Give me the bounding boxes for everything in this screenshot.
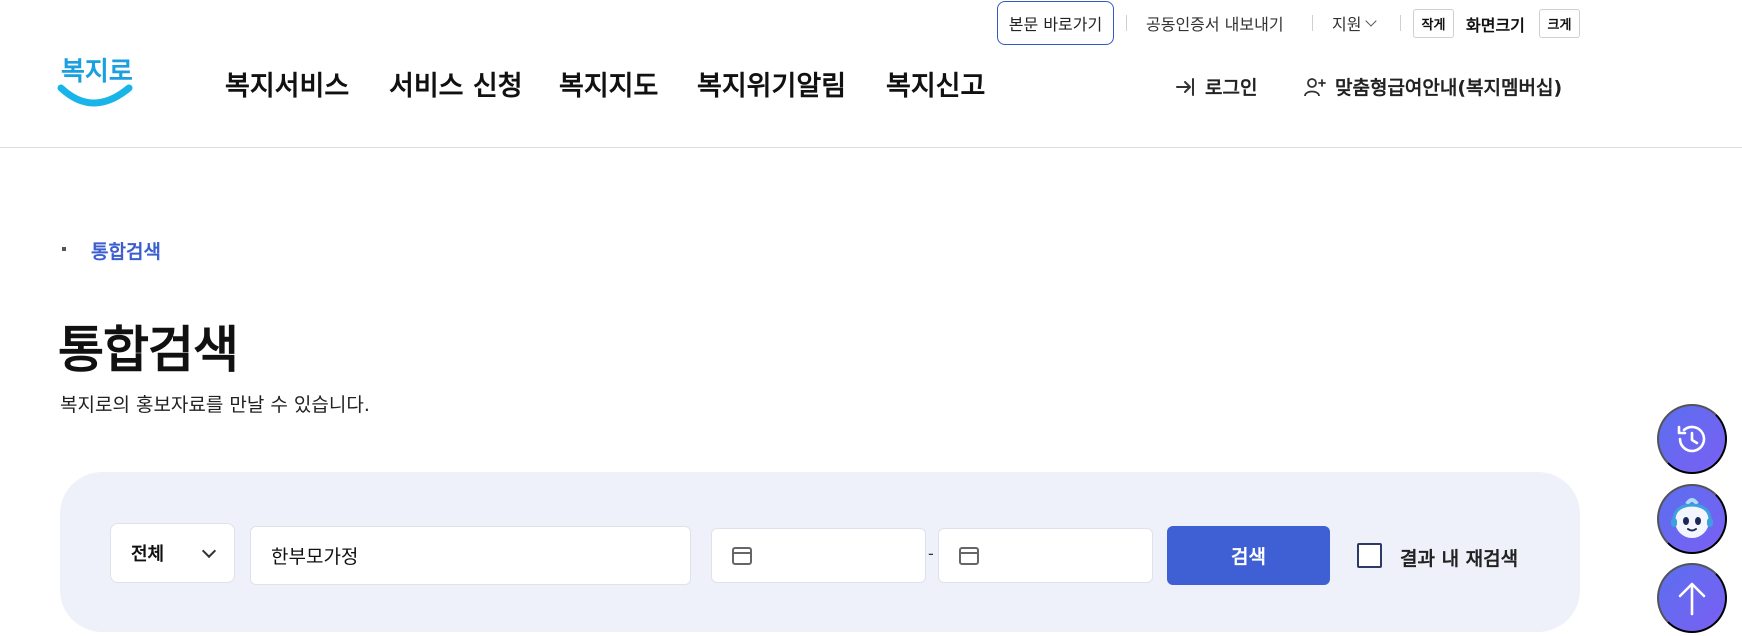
utility-divider: [1126, 15, 1127, 31]
export-certificate-link[interactable]: 공동인증서 내보내기: [1146, 11, 1284, 35]
utility-divider: [1312, 15, 1313, 31]
membership-link[interactable]: 맞춤형급여안내(복지멤버십): [1303, 73, 1562, 100]
calendar-icon[interactable]: [959, 546, 979, 565]
history-icon: [1677, 425, 1706, 453]
recent-history-button[interactable]: [1657, 404, 1727, 474]
search-button[interactable]: 검색: [1167, 526, 1330, 585]
chevron-down-icon: [1365, 15, 1378, 27]
utility-bar: 본문 바로가기 공동인증서 내보내기 지원 작게 화면크기 크게: [0, 0, 1742, 46]
page-description: 복지로의 홍보자료를 만날 수 있습니다.: [60, 394, 370, 416]
screen-size-label: 화면크기: [1466, 16, 1525, 35]
skip-to-content-link[interactable]: 본문 바로가기: [997, 1, 1114, 45]
font-size-small-button[interactable]: 작게: [1413, 9, 1454, 38]
calendar-icon[interactable]: [732, 546, 752, 565]
start-date-input[interactable]: [711, 528, 926, 583]
nav-service-application[interactable]: 서비스 신청: [389, 64, 523, 103]
category-select[interactable]: 전체: [110, 523, 235, 583]
user-plus-icon: [1304, 77, 1326, 96]
nav-welfare-report[interactable]: 복지신고: [886, 64, 985, 103]
page-title: 통합검색: [58, 321, 239, 379]
chatbot-button[interactable]: [1657, 484, 1727, 554]
support-label: 지원: [1332, 15, 1362, 34]
login-label: 로그인: [1205, 77, 1258, 99]
end-date-input[interactable]: [938, 528, 1153, 583]
nav-welfare-services[interactable]: 복지서비스: [225, 64, 349, 103]
chatbot-icon: [1671, 498, 1713, 538]
header-divider: [0, 147, 1742, 148]
bokjiro-logo[interactable]: 복지로: [57, 48, 135, 114]
support-menu[interactable]: 지원: [1332, 11, 1378, 35]
membership-label: 맞춤형급여안내(복지멤버십): [1335, 77, 1563, 99]
login-arrow-icon: [1176, 77, 1194, 96]
logo-text: 복지로: [61, 57, 133, 87]
nav-crisis-alert[interactable]: 복지위기알림: [697, 64, 846, 103]
keyword-input[interactable]: [250, 526, 691, 585]
breadcrumb-current[interactable]: 통합검색: [91, 237, 161, 264]
scroll-top-button[interactable]: [1657, 563, 1727, 633]
font-size-large-button[interactable]: 크게: [1539, 9, 1580, 38]
date-range-separator: -: [928, 544, 934, 563]
category-selected-value: 전체: [131, 544, 165, 565]
utility-divider: [1400, 15, 1401, 31]
nav-welfare-map[interactable]: 복지지도: [559, 64, 658, 103]
logo-icon: 복지로: [57, 57, 133, 107]
refine-search-label[interactable]: 결과 내 재검색: [1400, 544, 1518, 571]
refine-search-checkbox[interactable]: [1357, 543, 1382, 568]
chevron-down-icon: [201, 543, 217, 559]
arrow-up-icon: [1678, 582, 1706, 616]
login-link[interactable]: 로그인: [1175, 73, 1257, 100]
breadcrumb-bullet-icon: [62, 247, 66, 251]
